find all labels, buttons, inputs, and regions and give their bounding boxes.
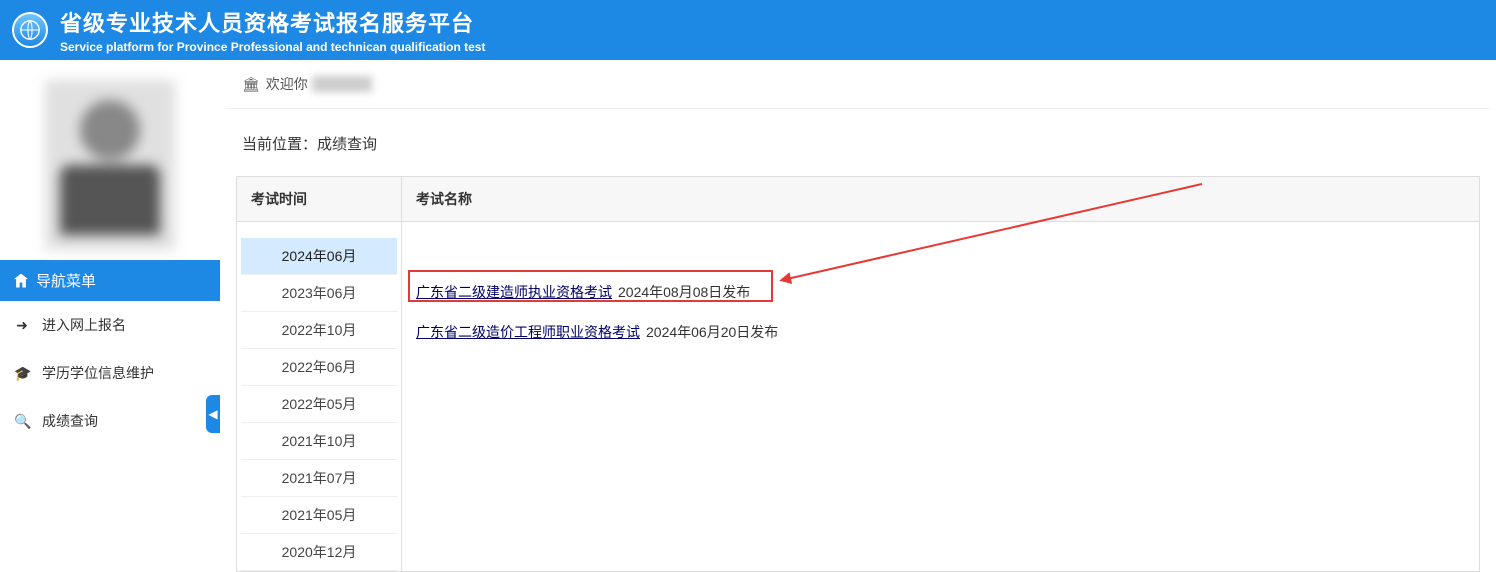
user-avatar — [45, 80, 175, 250]
time-item[interactable]: 2022年10月 — [241, 312, 397, 349]
exam-row: 广东省二级造价工程师职业资格考试 2024年06月20日发布 — [416, 322, 1465, 342]
globe-icon — [19, 19, 41, 41]
exam-time-column: 考试时间 2024年06月2023年06月2022年10月2022年06月202… — [237, 177, 402, 571]
welcome-bar: 🏛 欢迎你 — [226, 60, 1490, 109]
main-content: 🏛 欢迎你 当前位置：成绩查询 考试时间 2024年06月2023年06月202… — [220, 60, 1496, 527]
time-item[interactable]: 2023年06月 — [241, 275, 397, 312]
welcome-text: 欢迎你 — [266, 74, 308, 94]
nav-item-signup[interactable]: ➜ 进入网上报名 — [0, 301, 220, 349]
sidebar: 导航菜单 ➜ 进入网上报名 🎓 学历学位信息维护 🔍 成绩查询 ◀ — [0, 60, 220, 527]
arrow-right-icon: ➜ — [14, 317, 30, 334]
nav-item-label: 进入网上报名 — [42, 315, 126, 335]
header-title: 省级专业技术人员资格考试报名服务平台 — [60, 6, 485, 38]
name-column-header: 考试名称 — [402, 177, 1479, 222]
nav-item-education[interactable]: 🎓 学历学位信息维护 — [0, 349, 220, 397]
logo-icon — [12, 12, 48, 48]
exam-row: 广东省二级建造师执业资格考试 2024年08月08日发布 — [416, 282, 1465, 302]
time-item[interactable]: 2022年06月 — [241, 349, 397, 386]
breadcrumb: 当前位置：成绩查询 — [226, 119, 1490, 176]
exam-link[interactable]: 广东省二级建造师执业资格考试 — [416, 282, 612, 302]
exam-publish-date: 2024年08月08日发布 — [618, 282, 750, 302]
app-header: 省级专业技术人员资格考试报名服务平台 Service platform for … — [0, 0, 1496, 60]
institution-icon: 🏛 — [242, 76, 260, 93]
nav-item-results[interactable]: 🔍 成绩查询 — [0, 397, 220, 445]
breadcrumb-current: 成绩查询 — [317, 136, 377, 153]
header-subtitle: Service platform for Province Profession… — [60, 40, 485, 54]
time-item[interactable]: 2021年05月 — [241, 497, 397, 534]
breadcrumb-prefix: 当前位置： — [242, 136, 317, 153]
exam-link[interactable]: 广东省二级造价工程师职业资格考试 — [416, 322, 640, 342]
exam-publish-date: 2024年06月20日发布 — [646, 322, 778, 342]
nav-item-label: 成绩查询 — [42, 411, 98, 431]
time-list: 2024年06月2023年06月2022年10月2022年06月2022年05月… — [237, 222, 402, 571]
time-item[interactable]: 2024年06月 — [241, 238, 397, 275]
graduation-cap-icon: 🎓 — [14, 365, 30, 382]
time-column-header: 考试时间 — [237, 177, 402, 222]
time-item[interactable]: 2021年10月 — [241, 423, 397, 460]
exam-name-column: 考试名称 广东省二级建造师执业资格考试 2024年08月08日发布广东省二级造价工… — [402, 177, 1479, 571]
time-item[interactable]: 2021年07月 — [241, 460, 397, 497]
time-item[interactable]: 2022年05月 — [241, 386, 397, 423]
exam-list: 广东省二级建造师执业资格考试 2024年08月08日发布广东省二级造价工程师职业资… — [402, 222, 1479, 376]
nav-item-label: 学历学位信息维护 — [42, 363, 154, 383]
sidebar-collapse-button[interactable]: ◀ — [206, 395, 220, 433]
time-item[interactable]: 2020年12月 — [241, 534, 397, 571]
nav-menu-header: 导航菜单 — [0, 260, 220, 301]
results-panel: 考试时间 2024年06月2023年06月2022年10月2022年06月202… — [236, 176, 1480, 572]
search-icon: 🔍 — [14, 413, 30, 430]
username-redacted — [312, 76, 372, 92]
chevron-left-icon: ◀ — [208, 407, 217, 421]
